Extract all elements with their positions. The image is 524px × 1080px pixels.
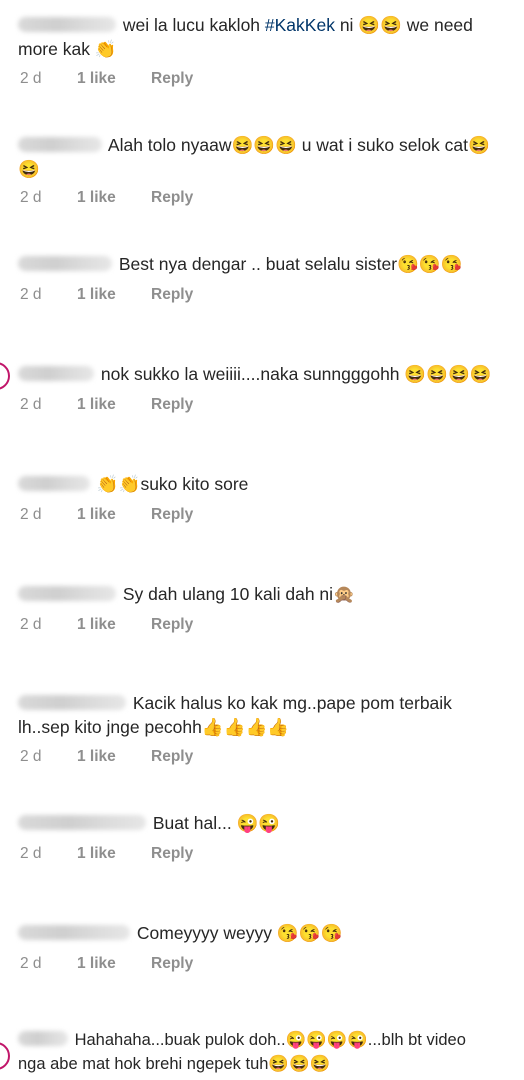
blurred-username[interactable] xyxy=(18,475,90,491)
reply-button[interactable]: Reply xyxy=(151,286,193,304)
like-count[interactable]: 1 like xyxy=(77,616,116,634)
comment-text-part: Sy dah ulang 10 kali dah ni🙊 xyxy=(122,584,355,604)
comment-age: 2 d xyxy=(20,955,42,972)
like-count[interactable]: 1 like xyxy=(77,396,116,414)
blurred-username[interactable] xyxy=(18,1031,68,1047)
story-ring-avatar[interactable] xyxy=(0,362,10,390)
reply-button[interactable]: Reply xyxy=(151,748,193,766)
comment-text-line2: lh..sep kito jnge pecohh👍👍👍👍 xyxy=(18,717,290,737)
comment-text-part: wei la lucu kakloh xyxy=(122,15,265,35)
comment-text: 👏👏suko kito sore xyxy=(18,471,518,498)
comment-text: Hahahaha...buak pulok doh..😜😜😜😜...blh bt… xyxy=(18,1027,518,1054)
blurred-username[interactable] xyxy=(18,694,126,710)
blurred-username[interactable] xyxy=(18,255,112,271)
comment-text: nok sukko la weiiii....naka sunngggohh 😆… xyxy=(18,361,518,388)
like-count[interactable]: 1 like xyxy=(77,70,116,88)
comment-age: 2 d xyxy=(20,189,42,206)
comment-text: wei la lucu kakloh #KakKek ni 😆😆 we need xyxy=(18,12,518,39)
comment-text: Comeyyyy weyyy 😘😘😘 xyxy=(18,920,518,947)
reply-button[interactable]: Reply xyxy=(151,616,193,634)
like-count[interactable]: 1 like xyxy=(77,955,116,973)
comment-text: Alah tolo nyaaw😆😆😆 u wat i suko selok ca… xyxy=(18,132,518,159)
like-count[interactable]: 1 like xyxy=(77,286,116,304)
comment-text-part: Hahahaha...buak pulok doh..😜😜😜😜...blh bt… xyxy=(74,1031,466,1049)
comment-text: Buat hal... 😜😜 xyxy=(18,810,518,837)
comment-text-part: Alah tolo nyaaw😆😆😆 u wat i suko selok ca… xyxy=(107,135,490,155)
comment-age: 2 d xyxy=(20,845,42,862)
comment-age: 2 d xyxy=(20,70,42,87)
story-ring-avatar[interactable] xyxy=(0,1042,10,1070)
blurred-username[interactable] xyxy=(18,365,94,381)
comment-text-part: 👏👏suko kito sore xyxy=(96,474,249,494)
comment-text: Kacik halus ko kak mg..pape pom terbaik xyxy=(18,690,518,717)
reply-button[interactable]: Reply xyxy=(151,506,193,524)
comment-age: 2 d xyxy=(20,616,42,633)
reply-button[interactable]: Reply xyxy=(151,189,193,207)
comment-text-line2: more kak 👏 xyxy=(18,39,117,59)
comment-text-line2: nga abe mat hok brehi ngepek tuh😆😆😆 xyxy=(18,1055,331,1073)
comment-age: 2 d xyxy=(20,748,42,765)
comment-text-part: Buat hal... 😜😜 xyxy=(152,813,281,833)
reply-button[interactable]: Reply xyxy=(151,70,193,88)
blurred-username[interactable] xyxy=(18,136,102,152)
like-count[interactable]: 1 like xyxy=(77,506,116,524)
blurred-username[interactable] xyxy=(18,814,146,830)
comment-text: Sy dah ulang 10 kali dah ni🙊 xyxy=(18,581,518,608)
comment-age: 2 d xyxy=(20,396,42,413)
reply-button[interactable]: Reply xyxy=(151,845,193,863)
like-count[interactable]: 1 like xyxy=(77,748,116,766)
blurred-username[interactable] xyxy=(18,585,116,601)
like-count[interactable]: 1 like xyxy=(77,189,116,207)
hashtag-link[interactable]: #KakKek xyxy=(265,15,335,35)
comment-text-part: ni 😆😆 we need xyxy=(334,15,473,35)
blurred-username[interactable] xyxy=(18,924,130,940)
comment-age: 2 d xyxy=(20,506,42,523)
comment-text-part: Kacik halus ko kak mg..pape pom terbaik xyxy=(132,693,452,713)
blurred-username[interactable] xyxy=(18,16,116,32)
comment-text-part: Comeyyyy weyyy 😘😘😘 xyxy=(136,923,343,943)
reply-button[interactable]: Reply xyxy=(151,955,193,973)
reply-button[interactable]: Reply xyxy=(151,396,193,414)
like-count[interactable]: 1 like xyxy=(77,845,116,863)
comment-text-part: nok sukko la weiiii....naka sunngggohh 😆… xyxy=(100,364,492,384)
comment-age: 2 d xyxy=(20,286,42,303)
comment-text-line2: 😆 xyxy=(18,159,40,179)
comment-text: Best nya dengar .. buat selalu sister😘😘😘 xyxy=(18,251,518,278)
comment-text-part: Best nya dengar .. buat selalu sister😘😘😘 xyxy=(118,254,463,274)
